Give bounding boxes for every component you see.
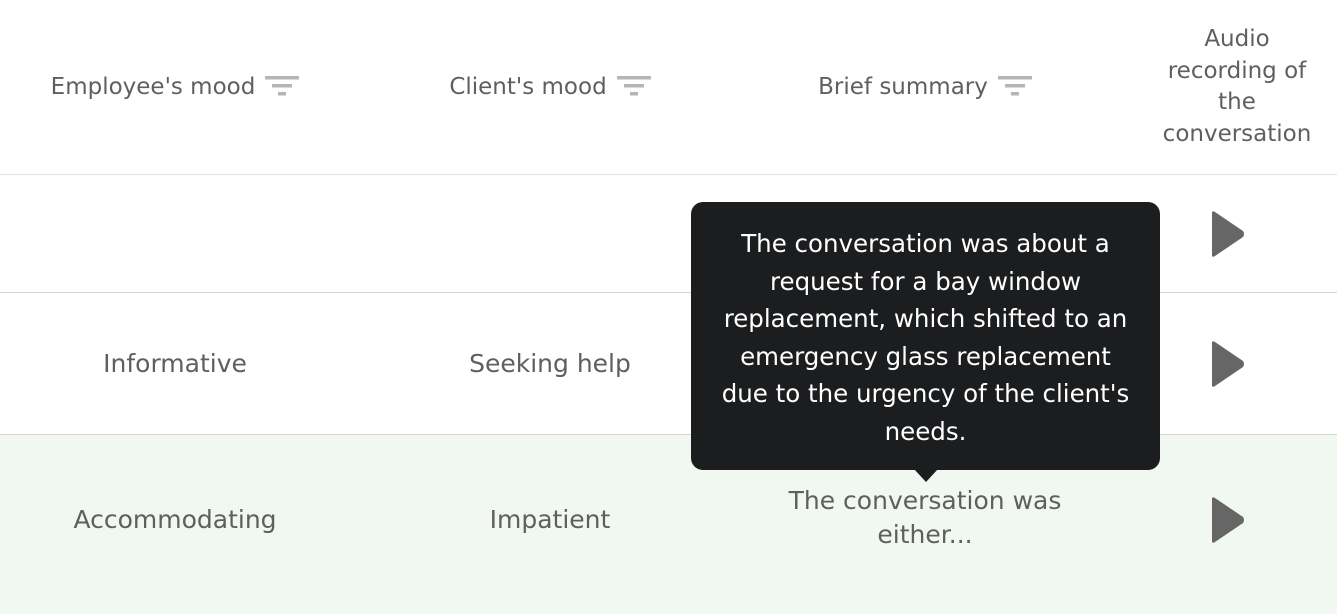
column-header-label: Audio recording of the conversation bbox=[1162, 26, 1312, 147]
column-header-label: Client's mood bbox=[449, 74, 607, 100]
audio-cell bbox=[1145, 293, 1329, 434]
filter-icon[interactable] bbox=[265, 75, 300, 97]
column-header-audio-recording: Audio recording of the conversation bbox=[1145, 0, 1329, 174]
client-mood-cell: Seeking help bbox=[469, 348, 631, 378]
column-header-client-mood: Client's mood bbox=[350, 0, 750, 174]
client-mood-cell: Impatient bbox=[489, 504, 611, 534]
column-header-label: Employee's mood bbox=[50, 74, 256, 100]
employee-mood-cell: Accommodating bbox=[73, 504, 277, 534]
employee-mood-cell: Informative bbox=[103, 348, 247, 378]
summary-tooltip: The conversation was about a request for… bbox=[691, 202, 1160, 470]
column-header-label: Brief summary bbox=[818, 74, 988, 100]
client-mood-cell bbox=[350, 175, 750, 292]
tooltip-arrow bbox=[914, 469, 938, 482]
column-header-employee-mood: Employee's mood bbox=[0, 0, 350, 174]
filter-icon[interactable] bbox=[616, 75, 651, 97]
filter-icon[interactable] bbox=[997, 75, 1032, 97]
play-icon[interactable] bbox=[1207, 339, 1247, 389]
table-header: Employee's mood Client's mood Brief summ… bbox=[0, 0, 1337, 175]
column-header-brief-summary: Brief summary bbox=[750, 0, 1100, 174]
employee-mood-cell bbox=[0, 175, 350, 292]
play-icon[interactable] bbox=[1207, 209, 1247, 259]
audio-cell bbox=[1145, 425, 1329, 614]
play-icon[interactable] bbox=[1207, 495, 1247, 545]
summary-text[interactable]: The conversation was either... bbox=[785, 484, 1065, 552]
tooltip-text: The conversation was about a request for… bbox=[721, 229, 1130, 446]
audio-cell bbox=[1145, 175, 1329, 292]
